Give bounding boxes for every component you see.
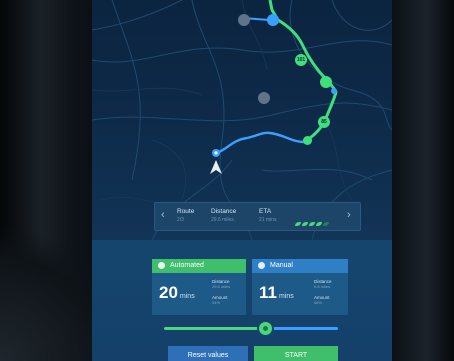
- manual-mode-icon: [258, 262, 265, 269]
- highway-shield: [238, 14, 250, 26]
- efficiency-rating: [295, 213, 330, 231]
- route-origin-dot: [214, 151, 218, 155]
- eta-value: 21 mins: [259, 217, 277, 223]
- highway-shield: [320, 76, 332, 88]
- leaf-icon: [323, 222, 329, 226]
- automated-mode-icon: [158, 262, 165, 269]
- route-info: Route 2/3: [177, 208, 194, 223]
- automated-title: Automated: [170, 262, 204, 269]
- infotainment-screen: 101 85 ‹ Route 2/3 Distance 29.6 miles E…: [92, 0, 392, 361]
- alt-route-line: [215, 131, 305, 155]
- manual-card-header: Manual: [252, 259, 348, 273]
- slider-track-manual: [265, 327, 338, 330]
- leaf-icon: [309, 222, 315, 226]
- leaf-icon: [316, 222, 322, 226]
- highway-shield-101: 101: [295, 54, 307, 66]
- mode-balance-slider[interactable]: [164, 322, 338, 336]
- automated-card-header: Automated: [152, 259, 246, 273]
- route-summary-bar: ‹ Route 2/3 Distance 29.6 miles ETA 21 m…: [154, 202, 361, 231]
- slider-track-automated: [164, 327, 265, 330]
- automated-card[interactable]: Automated 20 mins Distance 29.6 miles Amou…: [152, 259, 246, 315]
- eta-label: ETA: [259, 208, 272, 215]
- route-label: Route: [177, 208, 195, 215]
- automated-amount: Amount 34%: [212, 295, 228, 305]
- manual-time: 11 mins: [259, 283, 294, 302]
- distance-value: 29.6 miles: [211, 217, 234, 223]
- leaf-icon: [302, 222, 308, 226]
- distance-info: Distance 29.6 miles: [211, 208, 236, 223]
- leaf-icon: [295, 222, 301, 226]
- manual-amount: Amount 66%: [314, 295, 330, 305]
- reset-values-button[interactable]: Reset values: [168, 346, 248, 361]
- eta-info: ETA 21 mins: [259, 208, 277, 223]
- route-end-marker: [267, 14, 279, 26]
- slider-handle-center: [263, 326, 268, 331]
- automated-distance: Distance 29.6 miles: [212, 279, 231, 289]
- manual-card-body: 11 mins Distance 9.8 miles Amount 66%: [252, 273, 348, 315]
- chevron-left-icon[interactable]: ‹: [161, 209, 165, 221]
- right-bezel: [392, 0, 454, 361]
- route-value: 2/3: [177, 217, 184, 223]
- map-minor-roads: [92, 0, 353, 207]
- start-button[interactable]: START: [254, 346, 338, 361]
- distance-label: Distance: [211, 208, 237, 215]
- manual-distance: Distance 9.8 miles: [314, 279, 332, 289]
- chevron-right-icon[interactable]: ›: [347, 209, 351, 221]
- highway-shield-85: 85: [318, 116, 330, 128]
- slider-handle[interactable]: [259, 322, 272, 335]
- waypoint-marker: [331, 88, 337, 94]
- manual-title: Manual: [270, 262, 293, 269]
- automated-card-body: 20 mins Distance 29.6 miles Amount 34%: [152, 273, 246, 315]
- automated-time: 20 mins: [159, 283, 195, 302]
- highway-shield: [258, 92, 270, 104]
- highway-shield: [303, 136, 312, 145]
- manual-card[interactable]: Manual 11 mins Distance 9.8 miles Amount 66…: [252, 259, 348, 315]
